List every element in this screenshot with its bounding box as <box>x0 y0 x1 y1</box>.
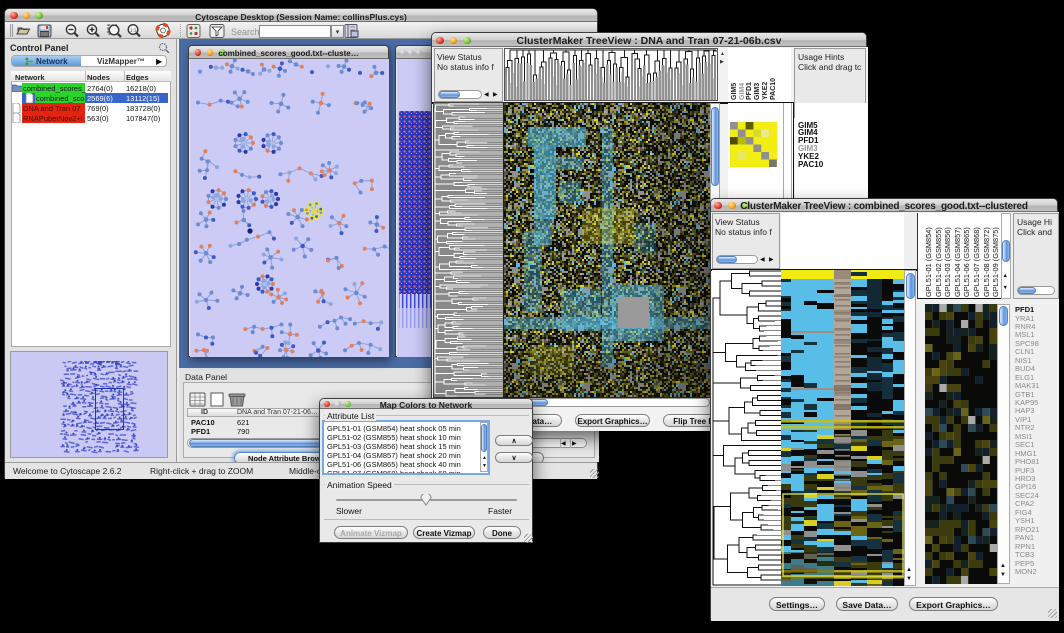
svg-text:1:1: 1:1 <box>130 28 137 33</box>
